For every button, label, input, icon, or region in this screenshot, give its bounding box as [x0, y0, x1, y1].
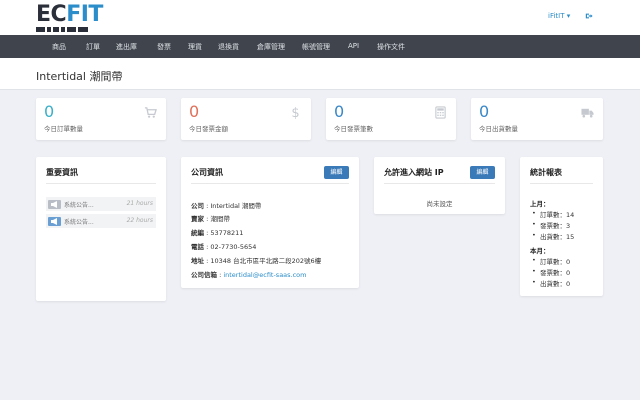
report-this-month: 本月：: [530, 247, 550, 255]
top-bar: ECFIT iFitIT ▾: [0, 0, 640, 35]
dollar-icon: $: [291, 106, 299, 119]
info-email: 公司信箱 : intertidal@ecfit-saas.com: [191, 271, 307, 279]
main-nav: 商品 訂單 進出庫 發票 理貨 退換貨 倉庫管理 帳號管理 API 操作文件: [0, 35, 640, 58]
nav-orders[interactable]: 訂單: [86, 42, 100, 52]
nav-stock-io[interactable]: 進出庫: [116, 42, 137, 52]
stat-card-orders: 0 今日訂單數量: [36, 98, 166, 140]
ip-edit-button[interactable]: 編輯: [470, 166, 495, 179]
divider: [384, 183, 495, 184]
user-menu[interactable]: iFitIT ▾: [548, 12, 570, 20]
news-item[interactable]: 系統公告... 21 hours: [46, 197, 156, 211]
stat-value: 0: [334, 102, 345, 121]
page-header: Intertidal 潮間帶: [0, 58, 640, 90]
stat-label: 今日發票筆數: [334, 125, 373, 133]
report-item: 發票數：0: [532, 267, 570, 277]
stat-value: 0: [189, 102, 200, 121]
nav-invoices[interactable]: 發票: [157, 42, 171, 52]
nav-products[interactable]: 商品: [52, 42, 66, 52]
stat-label: 今日出貨數量: [479, 125, 518, 133]
svg-text:$: $: [291, 106, 299, 119]
stat-value: 0: [479, 102, 490, 121]
cart-icon: [144, 107, 157, 118]
nav-accounts[interactable]: 帳號管理: [302, 42, 330, 52]
stat-value: 0: [44, 102, 55, 121]
report-item: 出貨數：0: [532, 278, 570, 288]
stat-card-invoice-count: 0 今日發票筆數: [326, 98, 456, 140]
logo-ec: EC: [36, 2, 67, 27]
divider: [530, 183, 593, 184]
news-time: 22 hours: [126, 217, 153, 224]
divider: [46, 183, 156, 184]
news-text: 系統公告...: [64, 219, 94, 226]
report-item: 出貨數：15: [532, 231, 574, 241]
news-panel: 重要資訊 系統公告... 21 hours 系統公告... 22 hours: [36, 157, 166, 301]
info-address: 地址 : 10348 台北市區平北路二段202號6樓: [191, 257, 322, 265]
truck-icon: [581, 108, 594, 118]
report-title: 統計報表: [530, 168, 562, 177]
stat-card-shipments: 0 今日出貨數量: [471, 98, 603, 140]
report-item: 訂單數：0: [532, 256, 570, 266]
megaphone-icon: [48, 200, 61, 209]
brand-logo[interactable]: ECFIT: [36, 4, 103, 26]
company-title: 公司資訊: [191, 168, 223, 177]
stat-card-invoice-amount: 0 今日發票金額 $: [181, 98, 311, 140]
divider: [191, 183, 349, 184]
report-item: 發票數：3: [532, 220, 570, 230]
info-company: 公司 : Intertidal 潮間帶: [191, 202, 262, 210]
news-text: 系統公告...: [64, 202, 94, 209]
logout-icon[interactable]: [585, 12, 593, 20]
logo-underline: [36, 27, 88, 32]
company-panel: 公司資訊 編輯 公司 : Intertidal 潮間帶 賣家 : 潮間帶 統編 …: [181, 157, 359, 288]
nav-picking[interactable]: 理貨: [188, 42, 202, 52]
news-title: 重要資訊: [46, 168, 78, 177]
ip-title: 允許進入網站 IP: [384, 168, 444, 177]
info-tax-id: 統編 : 53778211: [191, 229, 244, 237]
logo-fit: FIT: [66, 2, 103, 27]
nav-returns[interactable]: 退換貨: [218, 42, 239, 52]
news-time: 21 hours: [126, 200, 153, 207]
megaphone-icon: [48, 217, 61, 226]
nav-warehouse[interactable]: 倉庫管理: [257, 42, 285, 52]
company-email-link[interactable]: intertidal@ecfit-saas.com: [223, 271, 306, 279]
page-title: Intertidal 潮間帶: [36, 70, 123, 83]
ip-panel: 允許進入網站 IP 編輯 尚未設定: [374, 157, 505, 214]
info-seller: 賣家 : 潮間帶: [191, 215, 230, 223]
report-panel: 統計報表 上月： 訂單數：14 發票數：3 出貨數：15 本月： 訂單數：0 發…: [520, 157, 603, 296]
info-phone: 電話 : 02-7730-5654: [191, 243, 257, 251]
stat-label: 今日發票金額: [189, 125, 228, 133]
nav-docs[interactable]: 操作文件: [377, 42, 405, 52]
company-edit-button[interactable]: 編輯: [324, 166, 349, 179]
stat-label: 今日訂單數量: [44, 125, 83, 133]
report-last-month: 上月：: [530, 200, 550, 208]
ip-empty-text: 尚未設定: [426, 200, 453, 208]
news-item[interactable]: 系統公告... 22 hours: [46, 214, 156, 228]
calculator-icon: [435, 106, 446, 119]
nav-api[interactable]: API: [348, 42, 359, 50]
report-item: 訂單數：14: [532, 209, 574, 219]
